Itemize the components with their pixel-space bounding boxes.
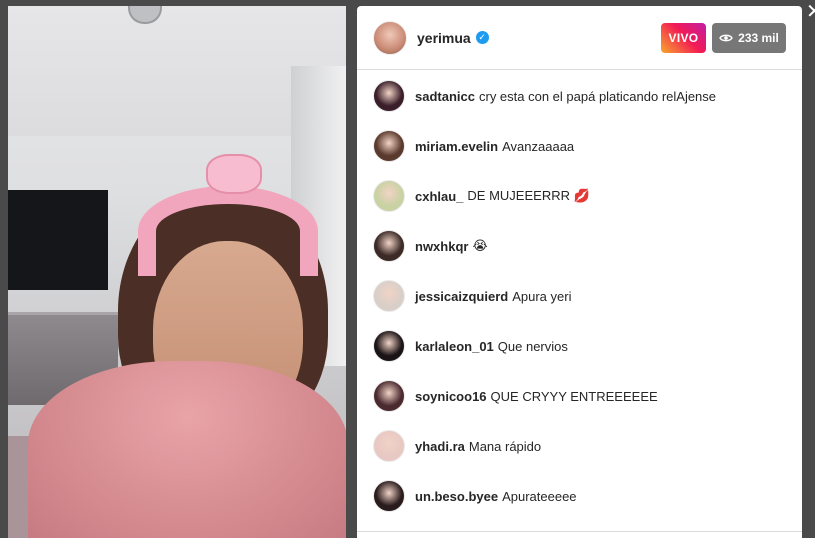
commenter-username[interactable]: un.beso.byee — [415, 489, 498, 504]
commenter-avatar[interactable] — [373, 380, 405, 412]
comment-item: cxhlau_ DE MUJEEERRR 💋 — [357, 171, 802, 221]
commenter-username[interactable]: cxhlau_ — [415, 189, 463, 204]
commenter-username[interactable]: nwxhkqr — [415, 239, 468, 254]
commenter-username[interactable]: jessicaizquierd — [415, 289, 508, 304]
comment-text: Que nervios — [497, 338, 568, 354]
commenter-avatar[interactable] — [373, 330, 405, 362]
commenter-avatar[interactable] — [373, 480, 405, 512]
comment-text: Mana rápido — [468, 438, 542, 454]
commenter-username[interactable]: soynicoo16 — [415, 389, 487, 404]
close-icon[interactable]: ✕ — [806, 2, 815, 22]
comment-text: Avanzaaaaa — [502, 138, 575, 154]
live-side-panel: yerimua ✓ VIVO 233 mil sadtanicc cry esta… — [357, 6, 802, 538]
comment-item: jessicaizquierd Apura yeri — [357, 271, 802, 321]
comment-text: Apurateeeee — [502, 488, 577, 504]
live-badge: VIVO — [661, 23, 706, 53]
commenter-avatar[interactable] — [373, 180, 405, 212]
video-headband-bow — [206, 154, 262, 194]
viewer-count: 233 mil — [712, 23, 786, 53]
video-headband — [138, 186, 318, 276]
verified-badge-icon: ✓ — [475, 31, 489, 44]
comment-text: Apura yeri — [512, 288, 572, 304]
comment-item: soynicoo16 QUE CRYYY ENTREEEEEE — [357, 371, 802, 421]
commenter-username[interactable]: yhadi.ra — [415, 439, 465, 454]
comment-item: un.beso.byee Apurateeeee — [357, 471, 802, 521]
comment-text: QUE CRYYY ENTREEEEEE — [490, 388, 658, 404]
comment-list: sadtanicc cry esta con el papá platicando… — [357, 71, 802, 521]
streamer-avatar[interactable] — [373, 20, 407, 55]
commenter-avatar[interactable] — [373, 80, 405, 112]
comment-item: karlaleon_01 Que nervios — [357, 321, 802, 371]
comment-text: cry esta con el papá platicando relAjens… — [478, 88, 717, 104]
comment-item: nwxhkqr 😭 — [357, 221, 802, 271]
comment-item: miriam.evelin Avanzaaaaa — [357, 121, 802, 171]
streamer-username[interactable]: yerimua — [417, 30, 471, 46]
commenter-avatar[interactable] — [373, 130, 405, 162]
commenter-username[interactable]: sadtanicc — [415, 89, 475, 104]
comment-text: 😭 — [472, 238, 488, 253]
divider — [357, 531, 802, 532]
eye-icon — [719, 34, 733, 42]
commenter-username[interactable]: miriam.evelin — [415, 139, 498, 154]
video-tv — [8, 190, 108, 290]
commenter-avatar[interactable] — [373, 280, 405, 312]
video-hoodie — [28, 361, 346, 538]
comment-item: yhadi.ra Mana rápido — [357, 421, 802, 471]
viewer-count-value: 233 mil — [738, 31, 779, 45]
commenter-avatar[interactable] — [373, 430, 405, 462]
live-video-feed[interactable] — [8, 6, 346, 538]
comment-text: DE MUJEEERRR 💋 — [467, 188, 590, 203]
commenter-avatar[interactable] — [373, 230, 405, 262]
stream-header: yerimua ✓ VIVO 233 mil — [357, 6, 802, 70]
comment-item: sadtanicc cry esta con el papá platicando… — [357, 71, 802, 121]
commenter-username[interactable]: karlaleon_01 — [415, 339, 494, 354]
